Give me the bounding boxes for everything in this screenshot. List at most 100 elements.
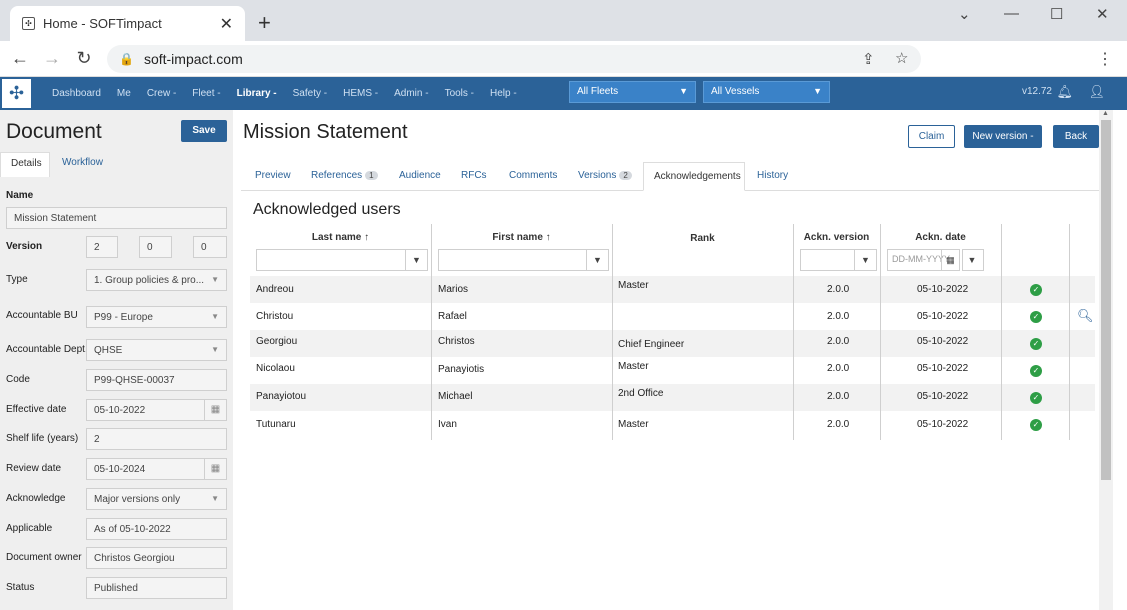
tab-preview[interactable]: Preview <box>245 162 301 191</box>
filter-icon[interactable]: ▼ <box>961 250 983 270</box>
review-date-field[interactable]: 05-10-2024 ▦ <box>86 458 227 480</box>
tab-details[interactable]: Details <box>0 152 50 177</box>
review-date-label: Review date <box>6 463 62 474</box>
filter-icon[interactable]: ▼ <box>405 250 427 270</box>
user-icon[interactable]: 👤︎ <box>1088 84 1105 100</box>
type-label: Type <box>6 274 28 285</box>
ackn-version-filter-input[interactable]: ▼ <box>800 249 877 271</box>
calendar-icon[interactable]: ▦ <box>204 400 226 420</box>
nav-dashboard[interactable]: Dashboard <box>52 88 101 99</box>
tab-title: Home - SOFTimpact <box>43 16 162 31</box>
tab-audience[interactable]: Audience <box>389 162 451 191</box>
chevron-down-icon: ▼ <box>211 345 219 354</box>
calendar-icon[interactable]: ▦ <box>204 459 226 479</box>
claim-button[interactable]: Claim <box>908 125 955 148</box>
first-name-filter-input[interactable]: ▼ <box>438 249 609 271</box>
acknowledge-select[interactable]: Major versions only ▼ <box>86 488 227 510</box>
version-patch-field[interactable]: 0 <box>193 236 227 258</box>
minimize-icon[interactable]: — <box>1004 5 1019 22</box>
ackn-date-filter-input[interactable]: DD-MM-YYYY ▦ <box>887 249 960 271</box>
calendar-icon[interactable]: ▦ <box>941 250 959 270</box>
check-circle-icon: ✓ <box>1030 311 1042 323</box>
column-divider <box>880 224 881 440</box>
forward-icon[interactable]: → <box>36 48 68 69</box>
new-version-button[interactable]: New version - <box>964 125 1042 148</box>
tab-references[interactable]: References 1 <box>301 162 388 191</box>
scroll-up-icon[interactable]: ▲ <box>1102 110 1109 117</box>
table-row[interactable]: Panayiotou Michael 2nd Office 2.0.0 05-1… <box>250 384 1095 411</box>
fleet-select[interactable]: All Fleets ▼ <box>569 81 696 103</box>
table-row[interactable]: Georgiou Christos Chief Engineer 2.0.0 0… <box>250 330 1095 357</box>
chevron-down-icon: ▼ <box>211 275 219 284</box>
nav-tools[interactable]: Tools - <box>445 88 474 99</box>
nav-help[interactable]: Help - <box>490 88 517 99</box>
first-name-cell: Michael <box>438 391 473 402</box>
accountable-bu-select[interactable]: P99 - Europe ▼ <box>86 306 227 328</box>
vertical-scrollbar[interactable]: ▲ <box>1099 110 1113 610</box>
document-owner-field[interactable]: Christos Georgiou <box>86 547 227 569</box>
versions-count-badge: 2 <box>619 171 632 180</box>
new-tab-icon[interactable]: + <box>258 10 271 36</box>
type-select[interactable]: 1. Group policies & pro... ▼ <box>86 269 227 291</box>
tab-workflow[interactable]: Workflow <box>52 152 113 177</box>
nav-hems[interactable]: HEMS - <box>343 88 378 99</box>
close-window-icon[interactable]: ✕ <box>1096 5 1109 23</box>
maximize-icon[interactable]: ☐ <box>1050 5 1063 23</box>
back-button[interactable]: Back <box>1053 125 1099 148</box>
effective-date-value: 05-10-2022 <box>94 405 146 416</box>
url-field[interactable]: 🔒 soft-impact.com ⇪ ☆ <box>107 45 921 73</box>
ackn-date-filter-button[interactable]: ▼ <box>962 249 984 271</box>
last-name-cell: Panayiotou <box>256 391 307 402</box>
column-header-rank[interactable]: Rank <box>612 233 793 244</box>
browser-tab[interactable]: ✣ Home - SOFTimpact ✕ <box>10 6 245 41</box>
version-minor-field[interactable]: 0 <box>139 236 172 258</box>
code-field[interactable]: P99-QHSE-00037 <box>86 369 227 391</box>
close-tab-icon[interactable]: ✕ <box>220 14 233 34</box>
effective-date-field[interactable]: 05-10-2022 ▦ <box>86 399 227 421</box>
last-name-filter-input[interactable]: ▼ <box>256 249 428 271</box>
column-header-ackn-version[interactable]: Ackn. version <box>793 232 880 243</box>
nav-safety[interactable]: Safety - <box>293 88 327 99</box>
tab-comments[interactable]: Comments <box>499 162 567 191</box>
applicable-field[interactable]: As of 05-10-2022 <box>86 518 227 540</box>
chevron-down-icon: ▼ <box>813 86 822 96</box>
column-header-first-name[interactable]: First name ↑ <box>431 232 612 243</box>
tab-history[interactable]: History <box>747 162 798 191</box>
vessel-select[interactable]: All Vessels ▼ <box>703 81 830 103</box>
status-field[interactable]: Published <box>86 577 227 599</box>
name-field[interactable]: Mission Statement <box>6 207 227 229</box>
nav-me[interactable]: Me <box>117 88 131 99</box>
bell-icon[interactable]: 🔔︎ <box>1056 84 1073 100</box>
nav-crew[interactable]: Crew - <box>147 88 176 99</box>
reload-icon[interactable]: ↻ <box>68 48 100 69</box>
app-version: v12.72 <box>1021 86 1052 97</box>
version-major-field[interactable]: 2 <box>86 236 118 258</box>
tab-versions[interactable]: Versions 2 <box>568 162 642 191</box>
fleet-select-value: All Fleets <box>577 86 619 97</box>
filter-icon[interactable]: ▼ <box>586 250 608 270</box>
table-row[interactable]: Andreou Marios Master 2.0.0 05-10-2022 ✓ <box>250 276 1095 303</box>
table-row[interactable]: Nicolaou Panayiotis Master 2.0.0 05-10-2… <box>250 357 1095 384</box>
nav-library[interactable]: Library - <box>237 88 277 99</box>
column-header-ackn-date[interactable]: Ackn. date <box>880 232 1001 243</box>
tab-acknowledgements[interactable]: Acknowledgements <box>643 162 745 191</box>
app-logo-icon[interactable]: ✣ <box>0 77 33 110</box>
save-button[interactable]: Save <box>181 120 227 142</box>
table-row[interactable]: Tutunaru Ivan Master 2.0.0 05-10-2022 ✓ <box>250 411 1095 438</box>
filter-icon[interactable]: ▼ <box>854 250 876 270</box>
tab-rfcs[interactable]: RFCs <box>451 162 497 191</box>
scrollbar-thumb[interactable] <box>1101 120 1111 480</box>
name-label: Name <box>6 190 34 201</box>
browser-menu-icon[interactable]: ⋮ <box>1097 49 1113 69</box>
accountable-dept-select[interactable]: QHSE ▼ <box>86 339 227 361</box>
share-icon[interactable]: ⇪ <box>862 50 875 68</box>
back-icon[interactable]: ← <box>4 48 36 69</box>
table-row[interactable]: Christou Rafael 2.0.0 05-10-2022 ✓ 🔍︎ <box>250 303 1095 330</box>
magnifier-icon[interactable]: 🔍︎ <box>1077 308 1094 324</box>
bookmark-star-icon[interactable]: ☆ <box>895 49 908 67</box>
nav-admin[interactable]: Admin - <box>394 88 428 99</box>
tab-search-icon[interactable]: ⌄ <box>958 5 971 23</box>
nav-fleet[interactable]: Fleet - <box>192 88 220 99</box>
column-header-last-name[interactable]: Last name ↑ <box>250 232 431 243</box>
shelf-life-field[interactable]: 2 <box>86 428 227 450</box>
